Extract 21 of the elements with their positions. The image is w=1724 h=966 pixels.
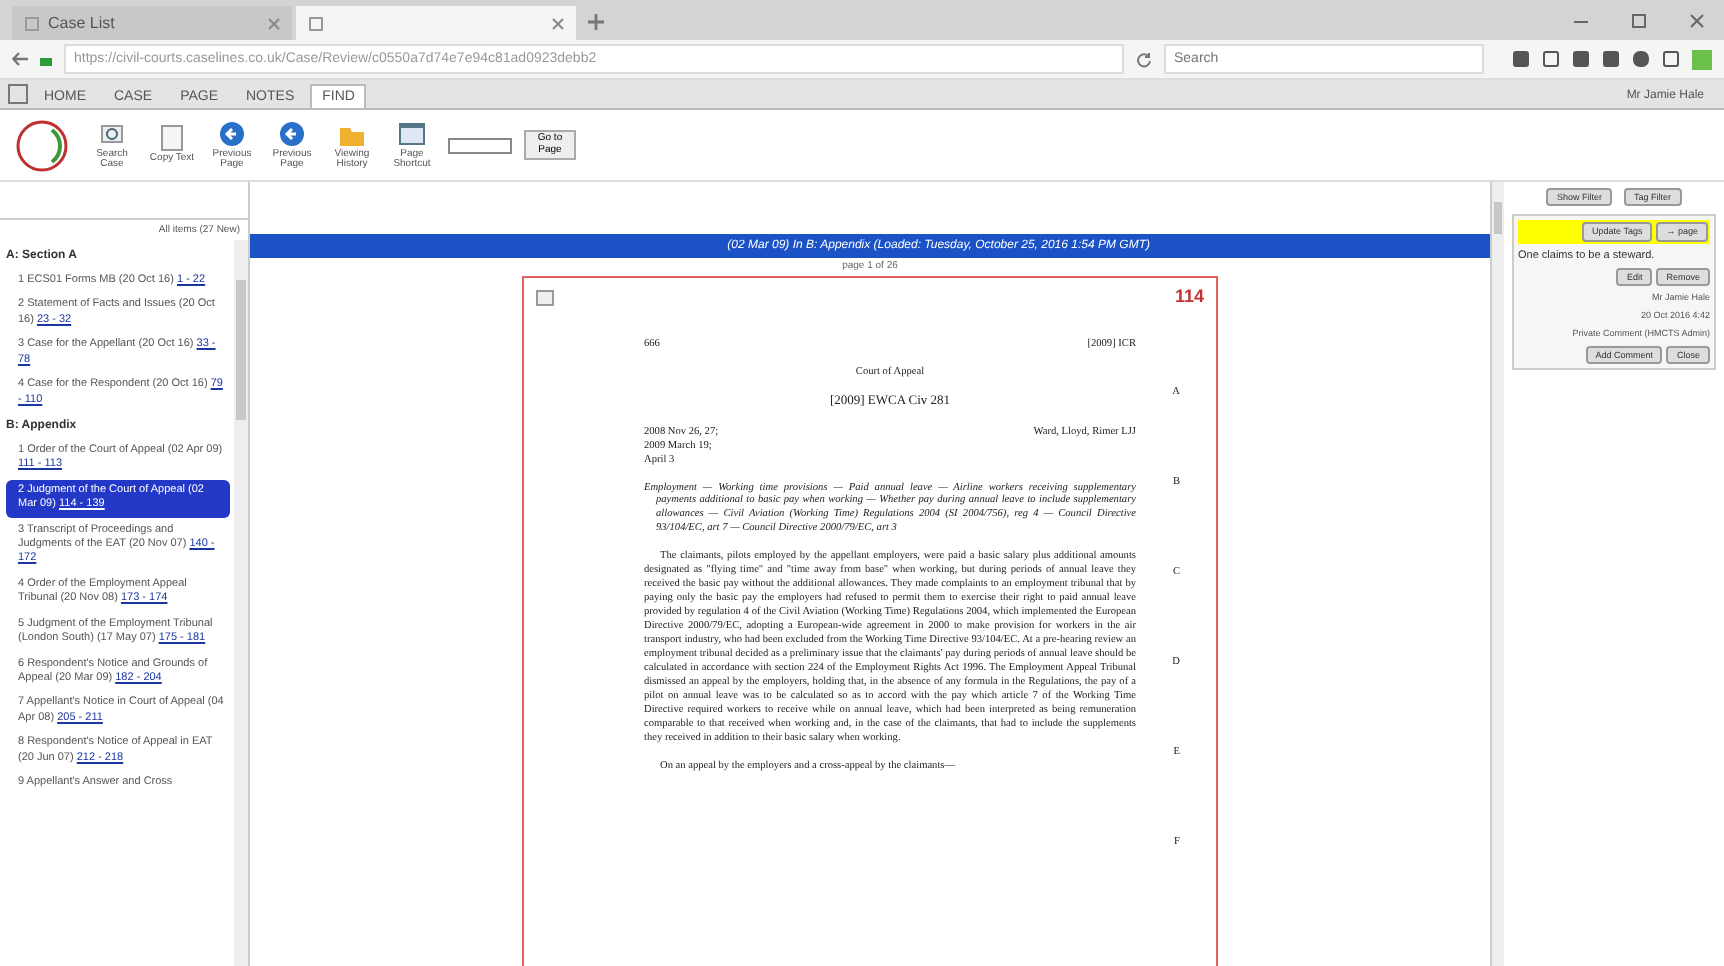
page-icon[interactable]: [536, 290, 554, 306]
tab-title: Case List: [48, 14, 115, 32]
document-icon: [160, 124, 184, 153]
sidebar-toggle-icon[interactable]: [8, 84, 28, 104]
page-icon: [308, 15, 324, 31]
page-icon: [24, 15, 40, 31]
extension-icon[interactable]: [1692, 49, 1712, 69]
browser-tab[interactable]: Case List: [12, 6, 292, 40]
back-icon[interactable]: [12, 52, 28, 66]
scrollbar[interactable]: [1492, 182, 1504, 966]
plus-icon[interactable]: [588, 14, 604, 30]
page-number: 114: [1174, 286, 1204, 306]
close-icon[interactable]: [268, 17, 280, 29]
maximize-icon[interactable]: [1632, 14, 1646, 28]
page-number-field[interactable]: [448, 137, 512, 153]
close-icon[interactable]: [552, 17, 564, 29]
magnifier-icon: [98, 119, 126, 147]
close-icon[interactable]: [1690, 14, 1704, 28]
scrollbar[interactable]: [234, 240, 248, 966]
reload-icon[interactable]: [1136, 51, 1152, 67]
window-icon: [398, 119, 426, 147]
